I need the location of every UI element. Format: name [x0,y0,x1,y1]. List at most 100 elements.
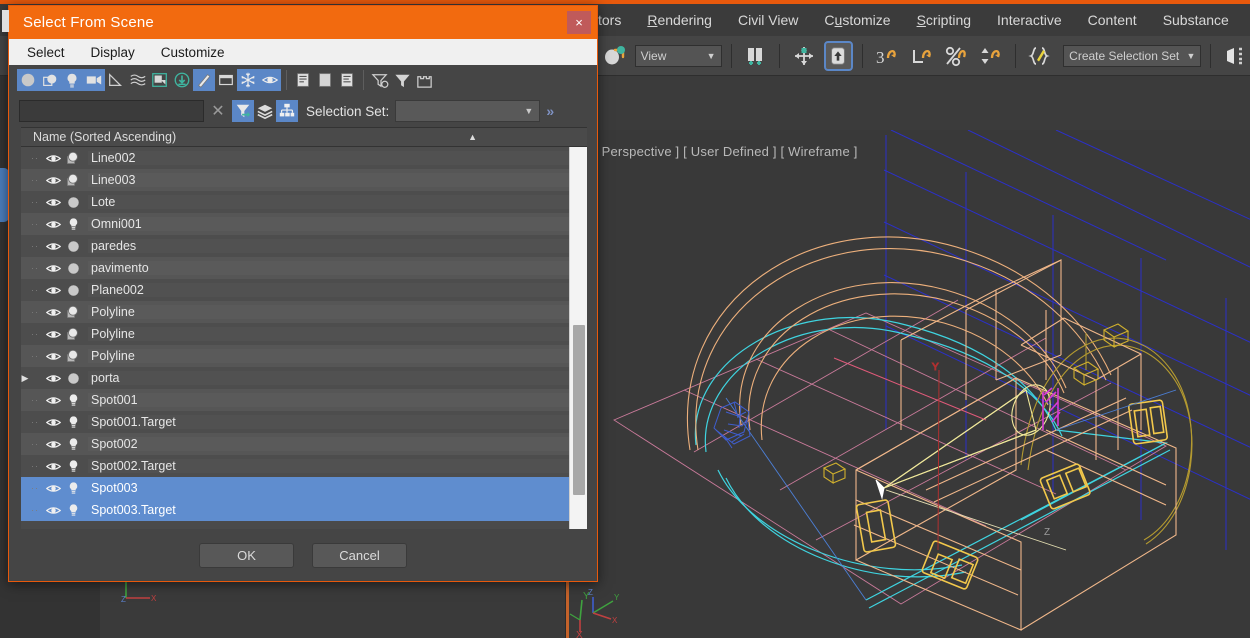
display-groups-xrefs-icon[interactable] [149,69,171,91]
list-item[interactable]: ▶ porta [21,367,569,389]
visibility-eye-icon[interactable] [43,394,63,407]
scene-object-list-body[interactable]: ·· Line002 ·· Line003 ·· Lote ·· Omni001 ·· pared… [21,147,569,529]
dialog-titlebar[interactable]: Select From Scene × [2,6,597,39]
visibility-eye-icon[interactable] [43,328,63,341]
reference-coordinate-system-combo[interactable]: View ▼ [634,44,722,67]
menu-item-scripting[interactable]: Scripting [904,8,984,32]
menu-item-customize[interactable]: Customize [811,8,903,32]
expand-all-icon[interactable] [292,69,314,91]
select-from-scene-dialog[interactable]: Select From Scene × Select Display Custo… [2,5,598,582]
select-and-place-icon[interactable] [941,41,971,71]
visibility-eye-icon[interactable] [43,306,63,319]
display-space-warps-icon[interactable] [127,69,149,91]
list-item[interactable]: ·· paredes [21,235,569,257]
list-item[interactable]: ·· Line002 [21,147,569,169]
select-and-link-icon[interactable] [600,41,630,71]
list-item[interactable]: ·· Spot001 [21,389,569,411]
configure-filter-icon[interactable] [369,69,391,91]
list-item[interactable]: ·· Spot002.Target [21,455,569,477]
display-lights-icon[interactable] [61,69,83,91]
visibility-eye-icon[interactable] [43,482,63,495]
toolbar-options-icon[interactable] [413,69,435,91]
visibility-eye-icon[interactable] [43,218,63,231]
list-item[interactable]: ·· pavimento [21,257,569,279]
visibility-eye-icon[interactable] [43,240,63,253]
visibility-eye-icon[interactable] [43,438,63,451]
display-geometry-icon[interactable] [17,69,39,91]
visibility-eye-icon[interactable] [43,372,63,385]
visibility-eye-icon[interactable] [43,174,63,187]
visibility-eye-icon[interactable] [43,284,63,297]
object-type-light-icon [63,458,83,474]
visibility-eye-icon[interactable] [43,460,63,473]
dialog-footer: OK Cancel [9,529,597,581]
list-item[interactable]: ·· Spot003 [21,477,569,499]
create-selection-set-combo[interactable]: Create Selection Set ▼ [1063,44,1202,67]
close-icon[interactable]: × [567,11,591,34]
perspective-viewport[interactable]: [ Perspective ] [ User Defined ] [ Wiref… [565,130,1250,638]
menu-item-rendering[interactable]: Rendering [634,8,725,32]
select-object-icon[interactable] [823,40,854,71]
toolbar-overflow-icon[interactable]: » [546,103,554,119]
visibility-eye-icon[interactable] [43,152,63,165]
display-containers-icon[interactable] [215,69,237,91]
expand-selected-icon[interactable] [336,69,358,91]
visibility-eye-icon[interactable] [43,196,63,209]
tree-guide: ·· [31,329,39,339]
collapse-all-icon[interactable] [314,69,336,91]
menu-item-content[interactable]: Content [1075,8,1150,32]
menu-item-interactive[interactable]: Interactive [984,8,1075,32]
select-and-scale-icon[interactable] [907,41,937,71]
find-input[interactable] [19,100,204,122]
ok-button[interactable]: OK [199,542,294,568]
menu-select[interactable]: Select [27,45,65,60]
menu-display[interactable]: Display [91,45,135,60]
clear-find-icon[interactable]: ✕ [204,101,232,121]
visibility-eye-icon[interactable] [43,262,63,275]
list-item[interactable]: ·· Spot003.Target [21,499,569,521]
select-and-rotate-icon[interactable]: 3 [872,41,902,71]
visibility-eye-icon[interactable] [43,504,63,517]
select-subtree-icon[interactable] [232,100,254,122]
list-column-header[interactable]: Name (Sorted Ascending) ▲ [21,127,587,147]
display-hidden-objects-icon[interactable] [259,69,281,91]
filter-icon[interactable] [391,69,413,91]
expand-arrow-icon[interactable]: ▶ [21,373,31,384]
menu-customize[interactable]: Customize [161,45,225,60]
display-helpers-icon[interactable] [105,69,127,91]
list-item-label: pavimento [88,261,569,275]
scene-object-list[interactable]: ·· Line002 ·· Line003 ·· Lote ·· Omni001 ·· pared… [21,147,587,529]
list-item[interactable]: ·· Spot001.Target [21,411,569,433]
list-item[interactable]: ·· Polyline [21,323,569,345]
display-cameras-icon[interactable] [83,69,105,91]
scrollbar-thumb[interactable] [573,325,585,495]
display-shapes-icon[interactable] [39,69,61,91]
named-selection-sets-icon[interactable] [1025,41,1055,71]
hierarchy-icon[interactable] [276,100,298,122]
mirror-icon[interactable] [1220,41,1250,71]
list-item[interactable]: ·· Line003 [21,169,569,191]
menu-item-civil-view[interactable]: Civil View [725,8,811,32]
viewport-label[interactable]: [ Perspective ] [ User Defined ] [ Wiref… [594,144,858,159]
list-item[interactable]: ·· Lote [21,191,569,213]
display-external-references-icon[interactable] [171,69,193,91]
list-vertical-scrollbar[interactable] [569,147,587,529]
list-item-label: Spot002 [88,437,569,451]
display-frozen-objects-icon[interactable] [237,69,259,91]
list-item[interactable]: ·· Omni001 [21,213,569,235]
display-bone-objects-icon[interactable] [193,69,215,91]
sort-ascending-icon[interactable]: ▲ [468,132,477,142]
menu-item-substance[interactable]: Substance [1150,8,1242,32]
cancel-button[interactable]: Cancel [312,542,407,568]
list-item[interactable]: ·· Spot002 [21,433,569,455]
list-item[interactable]: ·· Polyline [21,301,569,323]
list-item[interactable]: ·· Polyline [21,345,569,367]
select-and-move-icon[interactable] [789,41,819,71]
use-center-icon[interactable] [741,41,771,71]
visibility-eye-icon[interactable] [43,416,63,429]
layers-icon[interactable] [254,100,276,122]
visibility-eye-icon[interactable] [43,350,63,363]
transform-type-in-icon[interactable] [976,41,1006,71]
selection-set-combo[interactable]: ▼ [395,100,541,122]
list-item[interactable]: ·· Plane002 [21,279,569,301]
